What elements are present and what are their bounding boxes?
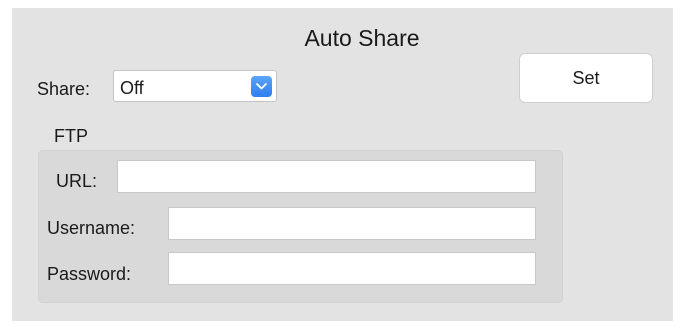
ftp-group-box: URL: Username: Password: (38, 150, 563, 303)
url-label: URL: (56, 171, 98, 191)
url-field[interactable] (117, 160, 536, 193)
username-field[interactable] (168, 207, 536, 240)
auto-share-panel: Auto Share Share: Off Set FTP URL: Usern… (12, 8, 673, 321)
select-arrow-button[interactable] (251, 76, 272, 97)
set-button[interactable]: Set (519, 53, 653, 103)
username-label: Username: (47, 218, 136, 238)
share-select[interactable]: Off (113, 70, 277, 102)
share-label: Share: (37, 79, 91, 99)
share-select-value: Off (120, 78, 144, 98)
chevron-down-icon (256, 83, 267, 90)
panel-title: Auto Share (304, 25, 420, 51)
password-label: Password: (47, 264, 132, 284)
ftp-group-label: FTP (54, 126, 88, 146)
password-field[interactable] (168, 252, 536, 285)
